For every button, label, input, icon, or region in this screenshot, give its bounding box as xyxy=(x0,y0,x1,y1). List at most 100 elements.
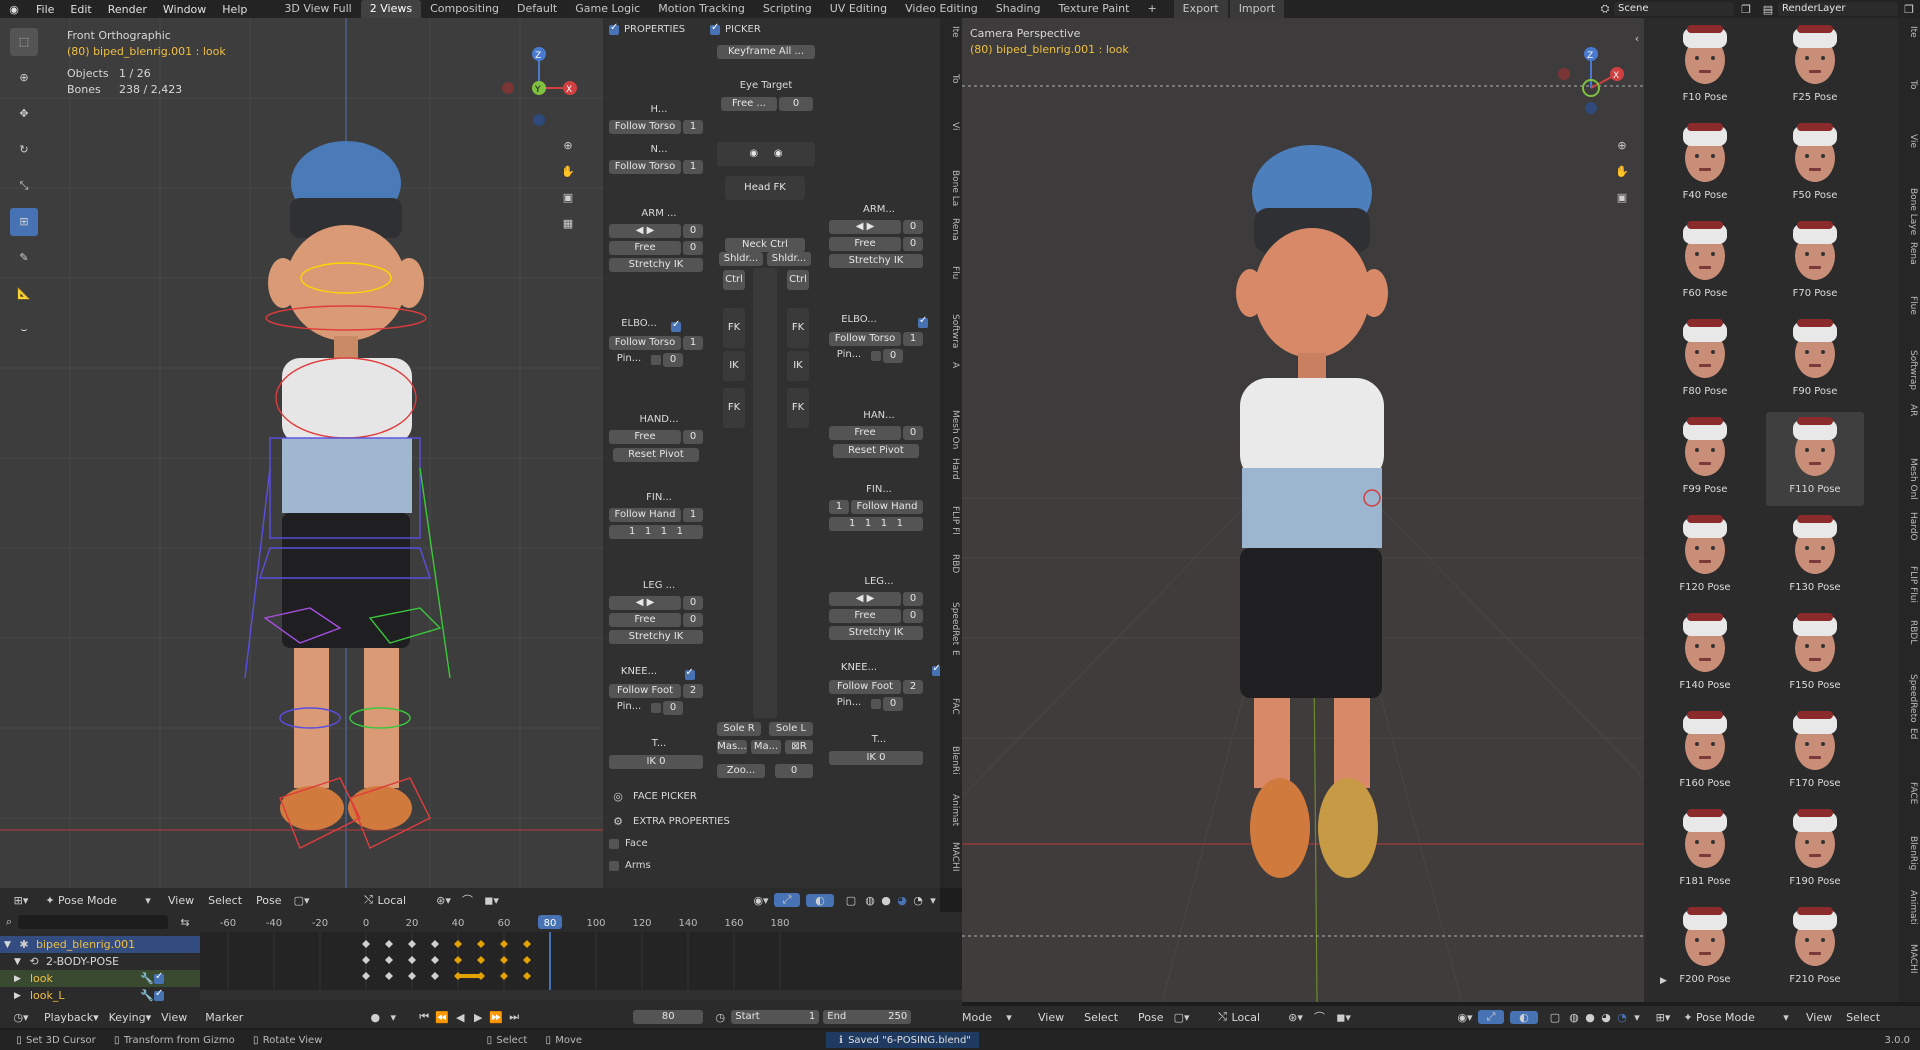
pivot-icon[interactable]: ⊛▾ xyxy=(430,894,458,907)
library-side-panel-tab[interactable]: HardO xyxy=(1900,512,1918,541)
pose-thumbnail[interactable]: F130 Pose xyxy=(1766,510,1864,604)
properties-toggle[interactable]: PROPERTIES xyxy=(609,22,685,35)
select-box-icon[interactable]: ⬚ xyxy=(10,28,38,56)
elbow-r-pin-value[interactable]: 0 xyxy=(883,349,903,363)
side-panel-tab[interactable]: To xyxy=(942,74,960,83)
eye-toggles[interactable]: ◉ ◉ xyxy=(717,142,815,166)
copy-scene-icon[interactable]: ❐ xyxy=(1734,3,1758,16)
pose-thumbnail[interactable]: F190 Pose xyxy=(1766,804,1864,898)
arm-r-ctrl[interactable]: Ctrl xyxy=(723,270,745,290)
pose-thumbnail[interactable]: F170 Pose xyxy=(1766,706,1864,800)
side-panel-tab[interactable]: Animat xyxy=(942,794,960,826)
arms-option[interactable]: Arms xyxy=(609,860,651,871)
arm-l-free-value[interactable]: 0 xyxy=(683,241,703,255)
neck-follow-torso[interactable]: Follow Torso xyxy=(609,160,681,174)
right-orientation-dropdown[interactable]: Local xyxy=(1232,1011,1282,1024)
right-rendered-icon[interactable]: ◔ xyxy=(1614,1011,1630,1024)
menu-select[interactable]: Select xyxy=(208,894,242,907)
ortho-grid-icon[interactable]: ▦ xyxy=(558,211,578,237)
elbow-l-follow-torso[interactable]: Follow Torso xyxy=(609,336,681,350)
channel-checkbox[interactable] xyxy=(154,988,164,1001)
pose-thumbnail[interactable]: F25 Pose xyxy=(1766,20,1864,114)
jump-start-icon[interactable]: ⏮ xyxy=(415,1010,433,1024)
library-mode-chevron-icon[interactable]: ▾ xyxy=(1780,1011,1792,1024)
finger-r-follow-hand[interactable]: Follow Hand xyxy=(851,500,923,514)
zoom-icon[interactable]: ⊕ xyxy=(558,133,578,159)
timeline-view-menu[interactable]: View xyxy=(161,1011,187,1024)
right-menu-view[interactable]: View xyxy=(1038,1011,1064,1024)
overlay-icon[interactable]: ◐ xyxy=(806,893,834,907)
hand-r-reset-pivot[interactable]: Reset Pivot xyxy=(833,444,919,458)
wrench-icon[interactable]: 🔧 xyxy=(140,972,154,985)
pose-thumbnail[interactable]: F90 Pose xyxy=(1766,314,1864,408)
tab-scripting[interactable]: Scripting xyxy=(754,0,821,18)
pose-thumbnail[interactable]: F50 Pose xyxy=(1766,118,1864,212)
menu-edit[interactable]: Edit xyxy=(62,3,99,16)
zoom-button[interactable]: Zoo... xyxy=(717,764,765,778)
library-side-panel-tab[interactable]: Vie xyxy=(1900,134,1918,148)
extra-properties-panel[interactable]: ⚙ EXTRA PROPERTIES xyxy=(609,815,730,828)
editor-type-icon[interactable]: ⊞▾ xyxy=(8,894,34,907)
leg-r-free-value[interactable]: 0 xyxy=(903,609,923,623)
camera-navigation-gizmo[interactable]: Z X xyxy=(1552,26,1632,126)
side-panel-tab[interactable]: Rena xyxy=(942,218,960,241)
arm-r-ik[interactable]: IK xyxy=(723,351,745,381)
side-panel-tab[interactable]: Bone La xyxy=(942,170,960,206)
solid-shading-icon[interactable]: ● xyxy=(878,894,894,907)
forearm-r-fk[interactable]: FK xyxy=(723,388,745,428)
elbow-l-follow-value[interactable]: 1 xyxy=(683,336,703,350)
side-panel-tab[interactable]: A xyxy=(942,362,960,368)
outliner-item-rig[interactable]: ▼ ✱ biped_blenrig.001 xyxy=(0,936,200,953)
hand-l-reset-pivot[interactable]: Reset Pivot xyxy=(613,448,699,462)
library-side-panel-tab[interactable]: Rena xyxy=(1900,242,1918,265)
side-panel-tab[interactable]: RBD xyxy=(942,554,960,573)
knee-r-pin-value[interactable]: 0 xyxy=(883,697,903,711)
spine-column[interactable] xyxy=(753,268,777,718)
pose-thumbnail[interactable]: F181 Pose xyxy=(1656,804,1754,898)
gizmo-icon[interactable]: ⤢ xyxy=(774,893,800,907)
end-frame-field[interactable]: End 250 xyxy=(823,1010,912,1024)
mode-chevron-down-icon[interactable]: ▾ xyxy=(142,894,154,907)
right-solid-icon[interactable]: ● xyxy=(1582,1011,1598,1024)
library-side-panel-tab[interactable]: Softwrap xyxy=(1900,350,1918,390)
channel-checkbox[interactable] xyxy=(154,971,164,984)
pan-hand-icon[interactable]: ✋ xyxy=(558,159,578,185)
shoulder-r-button[interactable]: Shldr... xyxy=(719,252,763,266)
face-checkbox[interactable] xyxy=(609,838,619,849)
proportional-icon[interactable]: ◼▾ xyxy=(478,894,506,907)
measure-icon[interactable]: 📐 xyxy=(10,280,38,308)
collapse-sidebar-icon[interactable]: ‹ xyxy=(1630,32,1644,45)
pose-thumbnail[interactable]: F80 Pose xyxy=(1656,314,1754,408)
face-picker-panel[interactable]: ◎ FACE PICKER xyxy=(609,790,697,803)
tab-shading[interactable]: Shading xyxy=(987,0,1050,18)
main-button[interactable]: Ma... xyxy=(751,740,781,754)
leg-l-free[interactable]: Free xyxy=(609,613,681,627)
knee-l-pin-value[interactable]: 0 xyxy=(663,701,683,715)
arm-l-ctrl[interactable]: Ctrl xyxy=(787,270,809,290)
play-icon[interactable]: ▶ xyxy=(469,1011,487,1024)
knee-r-follow-foot[interactable]: Follow Foot xyxy=(829,680,901,694)
library-side-panel-tab[interactable]: SpeedReto xyxy=(1900,674,1918,723)
leg-r-value[interactable]: 0 xyxy=(903,592,923,606)
pose-thumbnail[interactable]: F150 Pose xyxy=(1766,608,1864,702)
head-follow-torso[interactable]: Follow Torso xyxy=(609,120,681,134)
side-panel-tab[interactable]: Vi xyxy=(942,122,960,130)
arm-r-free[interactable]: Free xyxy=(829,237,901,251)
finger-l-follow-value[interactable]: 1 xyxy=(683,508,703,522)
neck-follow-value[interactable]: 1 xyxy=(683,160,703,174)
mode-dropdown[interactable]: Pose Mode xyxy=(58,894,142,907)
tab-texture-paint[interactable]: Texture Paint xyxy=(1049,0,1138,18)
leg-r-stretchy-ik[interactable]: Stretchy IK xyxy=(829,626,923,640)
leg-l-value[interactable]: 0 xyxy=(683,596,703,610)
library-side-panel-tab[interactable]: BlenRig xyxy=(1900,836,1918,870)
snap-icon[interactable]: ⌒ xyxy=(458,892,478,908)
copy-layer-icon[interactable]: ❐ xyxy=(1898,3,1920,16)
elbow-l-checkbox[interactable] xyxy=(671,319,681,332)
next-keyframe-icon[interactable]: ⏩ xyxy=(487,1011,505,1024)
hand-l-free[interactable]: Free xyxy=(609,430,681,444)
current-frame-field[interactable]: 80 xyxy=(633,1010,704,1024)
leg-l-free-value[interactable]: 0 xyxy=(683,613,703,627)
playback-chevron-icon[interactable]: ▾ xyxy=(93,1011,99,1024)
menu-file[interactable]: File xyxy=(28,3,62,16)
pose-thumbnail[interactable]: F120 Pose xyxy=(1656,510,1754,604)
